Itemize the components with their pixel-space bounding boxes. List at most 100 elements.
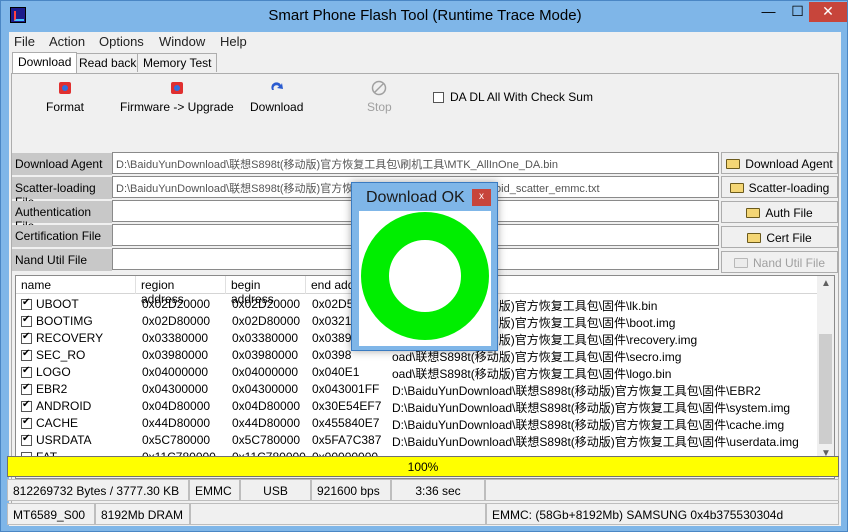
menu-window[interactable]: Window [159, 34, 205, 49]
cell-end: 0x0398 [312, 348, 352, 362]
cell-name: SEC_RO [36, 348, 86, 362]
tab-download[interactable]: Download [12, 52, 78, 73]
status-baud: 921600 bps [311, 479, 391, 501]
cell-name: UBOOT [36, 297, 79, 311]
menu-action[interactable]: Action [49, 34, 85, 49]
cell-begin: 0x03980000 [232, 348, 299, 362]
auth-file-button[interactable]: Auth File [721, 201, 838, 223]
folder-icon [733, 258, 748, 268]
tab-read-back[interactable]: Read back [73, 53, 143, 72]
cell-location: D:\BaiduYunDownload\联想S898t(移动版)官方恢复工具包\… [392, 418, 785, 432]
cell-location: oad\联想S898t(移动版)官方恢复工具包\固件\logo.bin [392, 367, 672, 381]
table-row[interactable]: CACHE 0x44D80000 0x44D80000 0x455840E7 D:\Ba… [16, 415, 819, 432]
window-title: Smart Phone Flash Tool (Runtime Trace Mo… [268, 7, 582, 24]
cell-begin: 0x04300000 [232, 382, 299, 396]
scatter-loading-button[interactable]: Scatter-loading [721, 176, 838, 198]
download-agent-path[interactable]: D:\BaiduYunDownload\联想S898t(移动版)官方恢复工具包\… [112, 152, 719, 174]
cell-name: RECOVERY [36, 331, 104, 345]
title-bar[interactable]: Smart Phone Flash Tool (Runtime Trace Mo… [1, 1, 848, 32]
nand-util-label: Nand Util File [12, 249, 112, 271]
row-checkbox[interactable] [21, 382, 32, 395]
cell-region: 0x02D80000 [142, 314, 211, 328]
format-icon [57, 80, 73, 96]
scatter-loading-button-label: Scatter-loading [748, 181, 830, 195]
row-checkbox[interactable] [21, 314, 32, 327]
tab-memory-test[interactable]: Memory Test [137, 53, 218, 72]
status-extra [485, 479, 839, 501]
table-row[interactable]: LOGO 0x04000000 0x04000000 0x040E1 oad\联想S89… [16, 364, 819, 381]
status-bar-device: MT6589_S00 8192Mb DRAM EMMC: (58Gb+8192M… [7, 503, 839, 525]
nand-util-button-label: Nand Util File [752, 256, 826, 270]
download-agent-label: Download Agent [12, 153, 112, 175]
format-button[interactable]: Format [46, 80, 84, 114]
status-storage: EMMC [189, 479, 240, 501]
checksum-option[interactable]: DA DL All With Check Sum [433, 90, 593, 104]
cell-end: 0x02D5 [312, 297, 354, 311]
table-row[interactable]: EBR2 0x04300000 0x04300000 0x043001FF D:\Bai… [16, 381, 819, 398]
menu-bar: File Action Options Window Help [9, 32, 841, 51]
cert-file-button[interactable]: Cert File [721, 226, 838, 248]
cell-end: 0x0389 [312, 331, 352, 345]
cell-begin: 0x04000000 [232, 365, 299, 379]
download-ok-dialog: Download OK x [351, 182, 498, 351]
scroll-thumb[interactable] [819, 334, 832, 444]
cell-name: EBR2 [36, 382, 68, 396]
close-button[interactable]: ✕ [809, 2, 847, 22]
row-checkbox[interactable] [21, 433, 32, 446]
format-label: Format [46, 100, 85, 114]
status-dram: 8192Mb DRAM [95, 503, 190, 525]
cell-begin: 0x04D80000 [232, 399, 301, 413]
download-label: Download [250, 100, 304, 114]
menu-options[interactable]: Options [99, 34, 144, 49]
folder-icon [746, 208, 761, 218]
stop-button[interactable]: Stop [367, 80, 392, 114]
cert-file-button-label: Cert File [766, 231, 812, 245]
header-region-address[interactable]: region address [136, 276, 226, 306]
cell-end: 0x30E54EF7 [312, 399, 382, 413]
cell-name: BOOTIMG [36, 314, 93, 328]
header-name[interactable]: name [16, 276, 136, 294]
download-button[interactable]: Download [250, 80, 303, 114]
status-time: 3:36 sec [391, 479, 485, 501]
row-checkbox[interactable] [21, 399, 32, 412]
stop-icon [371, 80, 387, 96]
firmware-upgrade-button[interactable]: Firmware -> Upgrade [120, 80, 234, 114]
dialog-close-button[interactable]: x [472, 189, 491, 206]
checksum-checkbox[interactable] [433, 92, 444, 103]
vertical-scrollbar[interactable]: ▲ ▼ [817, 276, 834, 462]
cell-location: D:\BaiduYunDownload\联想S898t(移动版)官方恢复工具包\… [392, 401, 791, 415]
nand-util-button[interactable]: Nand Util File [721, 251, 838, 273]
folder-icon [729, 183, 744, 193]
header-begin-address[interactable]: begin address [226, 276, 306, 306]
download-agent-button[interactable]: Download Agent [721, 152, 838, 174]
row-checkbox[interactable] [21, 297, 32, 310]
cell-name: CACHE [36, 416, 79, 430]
menu-file[interactable]: File [14, 34, 35, 49]
cell-begin: 0x02D80000 [232, 314, 301, 328]
cell-begin: 0x02D20000 [232, 297, 301, 311]
scroll-up-icon[interactable]: ▲ [821, 278, 831, 289]
row-checkbox[interactable] [21, 416, 32, 429]
scatter-loading-label: Scatter-loading File [12, 177, 112, 209]
menu-help[interactable]: Help [220, 34, 247, 49]
table-row[interactable]: USRDATA 0x5C780000 0x5C780000 0x5FA7C387 D:\… [16, 432, 819, 449]
firmware-icon [169, 80, 185, 96]
row-checkbox[interactable] [21, 331, 32, 344]
status-port: USB [240, 479, 311, 501]
stop-label: Stop [367, 100, 392, 114]
progress-label: 100% [407, 460, 439, 474]
folder-icon [747, 233, 762, 243]
cell-region: 0x04D80000 [142, 399, 211, 413]
cell-name: LOGO [36, 365, 71, 379]
minimize-button[interactable]: — [755, 2, 782, 22]
row-checkbox[interactable] [21, 365, 32, 378]
table-row[interactable]: ANDROID 0x04D80000 0x04D80000 0x30E54EF7 D:\… [16, 398, 819, 415]
auth-file-button-label: Auth File [765, 206, 813, 220]
maximize-button[interactable]: ☐ [784, 2, 811, 22]
dialog-body [359, 211, 491, 346]
certification-label: Certification File [12, 225, 112, 247]
cell-end: 0x5FA7C387 [312, 433, 382, 447]
cell-region: 0x03980000 [142, 348, 209, 362]
dialog-title: Download OK [366, 189, 465, 206]
row-checkbox[interactable] [21, 348, 32, 361]
